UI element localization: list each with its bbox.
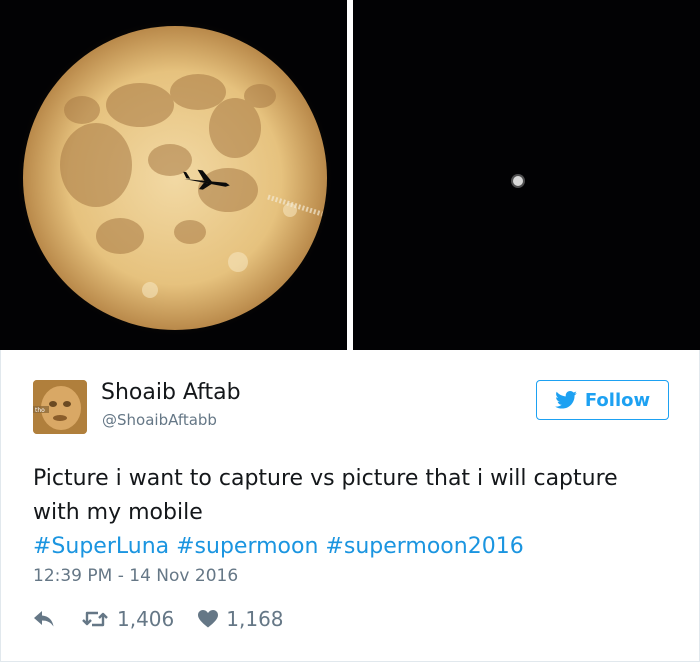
tweet-text: Picture i want to capture vs picture tha… <box>33 466 618 525</box>
tweet-card: tho Shoaib Aftab @ShoaibAftabb Follow Pi… <box>0 350 700 662</box>
heart-icon <box>198 610 219 628</box>
twitter-bird-icon <box>555 391 577 409</box>
tweet-media[interactable] <box>0 0 700 350</box>
hashtag-row: #SuperLuna #supermoon #supermoon2016 <box>33 530 524 564</box>
retweet-button[interactable]: 1,406 <box>81 607 174 631</box>
hashtag-link[interactable]: #supermoon2016 <box>325 534 523 559</box>
retweet-icon <box>82 611 108 627</box>
avatar-caption: tho <box>35 407 45 414</box>
retweet-count: 1,406 <box>117 607 175 631</box>
follow-label: Follow <box>584 389 651 411</box>
avatar[interactable]: tho <box>33 380 87 434</box>
blurry-mobile-moon-photo[interactable] <box>353 0 700 350</box>
like-button[interactable]: 1,168 <box>198 607 284 631</box>
reply-icon <box>34 611 54 627</box>
hashtag-link[interactable]: #SuperLuna <box>33 534 169 559</box>
reply-button[interactable] <box>33 610 55 628</box>
avatar-image: tho <box>33 380 87 434</box>
user-handle[interactable]: @ShoaibAftabb <box>102 411 217 429</box>
hashtag-link[interactable]: #supermoon <box>176 534 318 559</box>
like-count: 1,168 <box>226 607 284 631</box>
full-moon-image <box>0 0 347 350</box>
follow-button[interactable]: Follow <box>536 380 669 420</box>
tweet-actions: 1,406 1,168 <box>33 604 284 634</box>
display-name[interactable]: Shoaib Aftab <box>101 380 241 405</box>
tiny-moon-image <box>353 0 700 350</box>
full-moon-photo[interactable] <box>0 0 347 350</box>
tweet-timestamp[interactable]: 12:39 PM - 14 Nov 2016 <box>33 566 238 586</box>
